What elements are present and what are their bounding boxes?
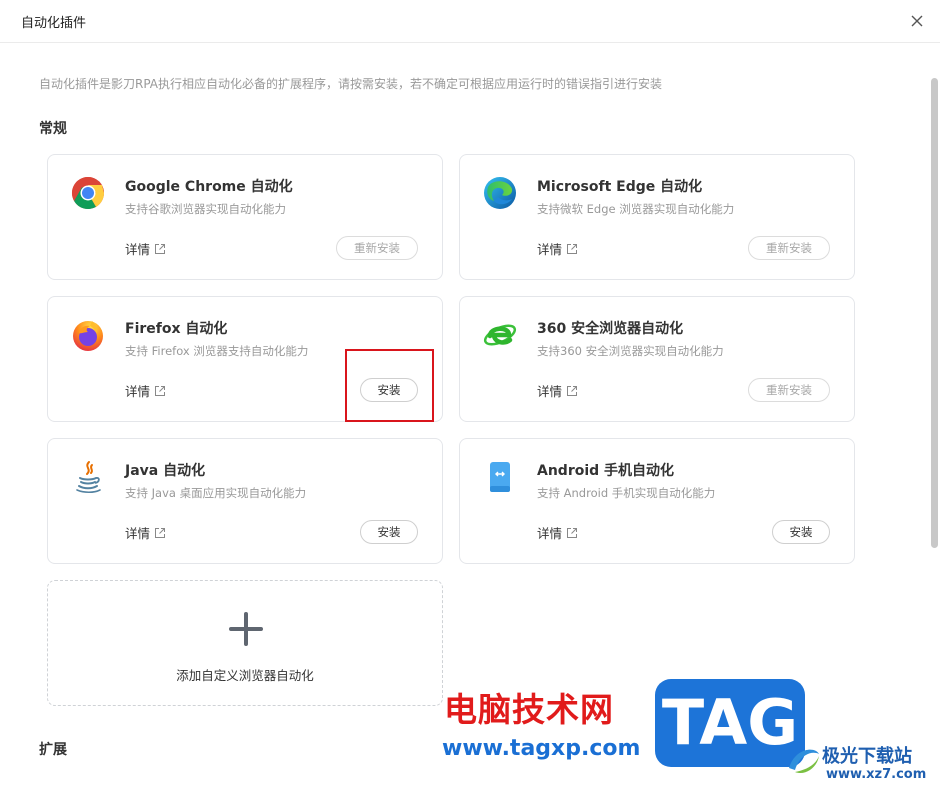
detail-link[interactable]: 详情 xyxy=(125,239,166,258)
install-button[interactable]: 安装 xyxy=(772,520,830,544)
plus-icon xyxy=(229,612,263,646)
detail-label: 详情 xyxy=(537,384,563,399)
reinstall-button[interactable]: 重新安装 xyxy=(748,378,830,402)
install-button[interactable]: 安装 xyxy=(360,520,418,544)
plugin-name: Google Chrome 自动化 xyxy=(125,179,293,195)
add-custom-browser-label: 添加自定义浏览器自动化 xyxy=(176,668,314,683)
section-title-extension: 扩展 xyxy=(39,742,67,758)
detail-label: 详情 xyxy=(537,526,563,541)
watermark-url: www.tagxp.com xyxy=(442,736,641,761)
close-button[interactable] xyxy=(906,10,928,32)
plugin-desc: 支持 Android 手机实现自动化能力 xyxy=(537,486,716,500)
detail-link[interactable]: 详情 xyxy=(125,523,166,542)
external-link-icon xyxy=(567,243,578,254)
plugin-card-android: Android 手机自动化 支持 Android 手机实现自动化能力 详情 安装 xyxy=(459,438,855,564)
android-phone-icon xyxy=(490,462,510,492)
plugin-card-java: Java 自动化 支持 Java 桌面应用实现自动化能力 详情 安装 xyxy=(47,438,443,564)
detail-link[interactable]: 详情 xyxy=(537,239,578,258)
plugin-name: 360 安全浏览器自动化 xyxy=(537,321,684,337)
add-custom-browser-card[interactable]: 添加自定义浏览器自动化 xyxy=(47,580,443,706)
site-logo-icon xyxy=(789,749,819,774)
plugin-description: 自动化插件是影刀RPA执行相应自动化必备的扩展程序，请按需安装，若不确定可根据应… xyxy=(39,77,663,91)
close-icon xyxy=(911,15,923,27)
external-link-icon xyxy=(155,527,166,538)
section-title-general: 常规 xyxy=(39,121,67,137)
plugin-name: Android 手机自动化 xyxy=(537,463,675,479)
title-bar: 自动化插件 xyxy=(0,0,940,43)
chrome-icon xyxy=(71,176,105,210)
reinstall-button[interactable]: 重新安装 xyxy=(336,236,418,260)
plugin-desc: 支持 Java 桌面应用实现自动化能力 xyxy=(125,486,307,500)
external-link-icon xyxy=(567,385,578,396)
detail-label: 详情 xyxy=(125,384,151,399)
detail-link[interactable]: 详情 xyxy=(125,381,166,400)
detail-label: 详情 xyxy=(125,242,151,257)
external-link-icon xyxy=(155,243,166,254)
detail-link[interactable]: 详情 xyxy=(537,381,578,400)
plugin-name: Firefox 自动化 xyxy=(125,321,228,337)
reinstall-button[interactable]: 重新安装 xyxy=(748,236,830,260)
plugin-card-edge: Microsoft Edge 自动化 支持微软 Edge 浏览器实现自动化能力 … xyxy=(459,154,855,280)
java-icon xyxy=(76,461,101,494)
external-link-icon xyxy=(567,527,578,538)
watermark-tag-logo: TAG xyxy=(655,679,805,767)
detail-link[interactable]: 详情 xyxy=(537,523,578,542)
scrollbar-thumb[interactable] xyxy=(931,78,938,548)
plugin-card-chrome: Google Chrome 自动化 支持谷歌浏览器实现自动化能力 详情 重新安装 xyxy=(47,154,443,280)
detail-label: 详情 xyxy=(125,526,151,541)
plugin-desc: 支持360 安全浏览器实现自动化能力 xyxy=(537,344,724,358)
edge-icon xyxy=(484,177,516,209)
watermark-title: 电脑技术网 xyxy=(444,690,614,729)
plugin-card-360-browser: 360 安全浏览器自动化 支持360 安全浏览器实现自动化能力 详情 重新安装 xyxy=(459,296,855,422)
plugin-desc: 支持谷歌浏览器实现自动化能力 xyxy=(125,202,286,216)
external-link-icon xyxy=(155,385,166,396)
watermark-site-name: 极光下载站 xyxy=(822,746,912,767)
watermark-site-url: www.xz7.com xyxy=(826,767,927,782)
360-browser-icon xyxy=(483,324,517,346)
plugin-desc: 支持微软 Edge 浏览器实现自动化能力 xyxy=(537,202,735,216)
plugin-card-firefox: Firefox 自动化 支持 Firefox 浏览器支持自动化能力 详情 安装 xyxy=(47,296,443,422)
plugin-name: Microsoft Edge 自动化 xyxy=(537,179,703,195)
window-title: 自动化插件 xyxy=(21,16,87,31)
detail-label: 详情 xyxy=(537,242,563,257)
plugin-desc: 支持 Firefox 浏览器支持自动化能力 xyxy=(125,344,309,358)
install-button[interactable]: 安装 xyxy=(360,378,418,402)
firefox-icon xyxy=(73,321,103,351)
plugin-name: Java 自动化 xyxy=(125,463,206,479)
